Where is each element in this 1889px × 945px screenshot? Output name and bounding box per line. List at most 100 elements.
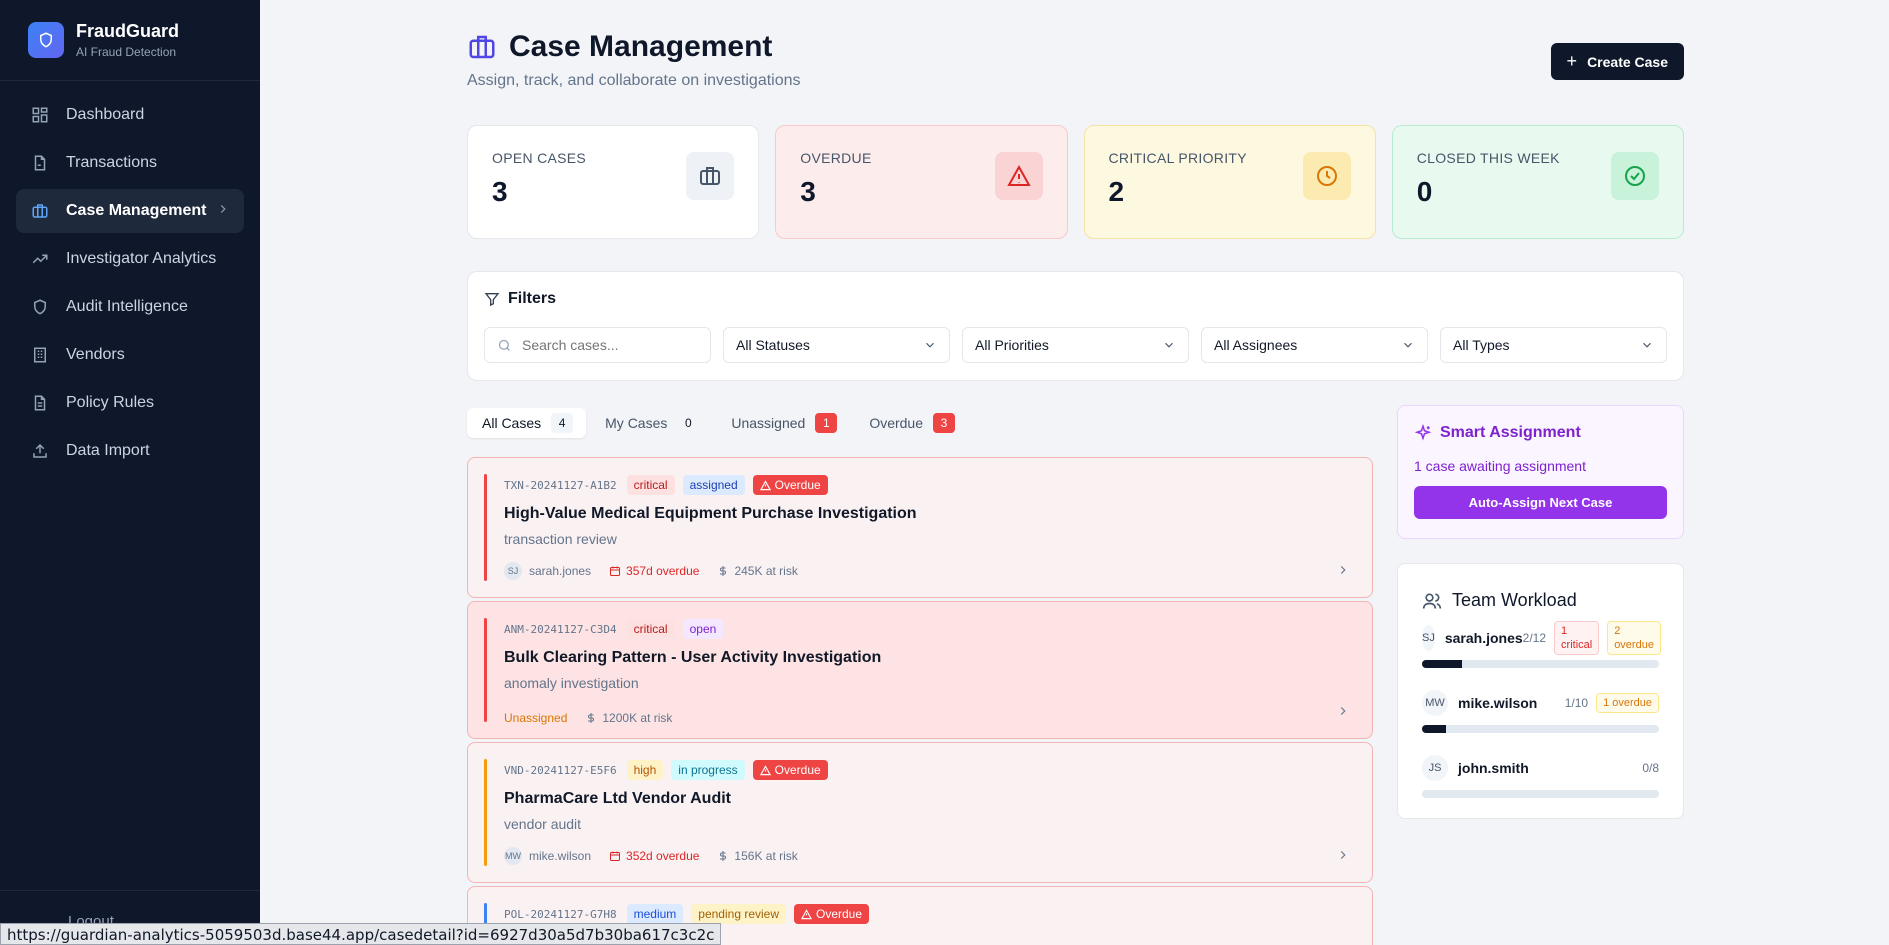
tab-unassigned[interactable]: Unassigned 1 bbox=[716, 408, 850, 438]
overdue-info: 352d overdue bbox=[609, 849, 699, 863]
sidebar-item-policy-rules[interactable]: Policy Rules bbox=[16, 381, 244, 425]
overdue-text: 352d overdue bbox=[626, 849, 700, 863]
sparkles-icon bbox=[1414, 424, 1432, 441]
brand[interactable]: FraudGuard AI Fraud Detection bbox=[0, 0, 260, 81]
filters-panel: Filters All Statuses All Priorities All … bbox=[467, 271, 1684, 381]
create-case-button[interactable]: + Create Case bbox=[1550, 43, 1684, 80]
case-header: ANM-20241127-C3D4 critical open bbox=[504, 618, 1354, 640]
alert-triangle-icon bbox=[759, 479, 771, 490]
stat-open-cases[interactable]: OPEN CASES 3 bbox=[467, 125, 760, 239]
shield-logo-icon bbox=[28, 22, 64, 58]
case-id: ANM-20241127-C3D4 bbox=[504, 622, 617, 636]
chevron-right-icon[interactable] bbox=[1336, 848, 1350, 862]
tab-label: Overdue bbox=[869, 415, 924, 431]
case-card[interactable]: VND-20241127-E5F6 high in progress Overd… bbox=[467, 742, 1373, 883]
sidebar-item-audit-intelligence[interactable]: Audit Intelligence bbox=[16, 285, 244, 329]
tab-all-cases[interactable]: All Cases 4 bbox=[467, 408, 587, 438]
brand-subtitle: AI Fraud Detection bbox=[76, 45, 177, 59]
priority-badge: medium bbox=[626, 904, 684, 924]
risk-info: 245K at risk bbox=[717, 564, 798, 578]
main-area: Case Management Assign, track, and colla… bbox=[260, 0, 1889, 945]
search-box[interactable] bbox=[484, 327, 711, 363]
tab-my-cases[interactable]: My Cases 0 bbox=[590, 408, 712, 438]
team-workload-card: Team Workload SJ sarah.jones 2/12 1 crit… bbox=[1397, 563, 1684, 819]
select-value: All Priorities bbox=[975, 337, 1049, 353]
priority-select[interactable]: All Priorities bbox=[962, 327, 1189, 363]
workload-row[interactable]: JS john.smith 0/8 bbox=[1422, 755, 1659, 798]
check-circle-icon bbox=[1611, 152, 1659, 200]
case-tabs: All Cases 4 My Cases 0 Unassigned 1 Over… bbox=[467, 408, 972, 438]
dollar-icon bbox=[720, 851, 727, 861]
sidebar-nav: Dashboard Transactions Case Management I… bbox=[0, 81, 260, 489]
sidebar-item-transactions[interactable]: Transactions bbox=[16, 141, 244, 185]
workload-row-head: MW mike.wilson 1/10 1 overdue bbox=[1422, 690, 1659, 716]
stat-critical-priority[interactable]: CRITICAL PRIORITY 2 bbox=[1083, 125, 1376, 239]
case-meta: MW mike.wilson 352d overdue 156K at risk bbox=[504, 847, 1354, 865]
case-card[interactable]: TXN-20241127-A1B2 critical assigned Over… bbox=[467, 457, 1373, 598]
calendar-icon bbox=[610, 851, 621, 861]
chevron-right-icon bbox=[216, 202, 230, 221]
sidebar-item-dashboard[interactable]: Dashboard bbox=[16, 93, 244, 137]
overdue-text: 357d overdue bbox=[626, 564, 700, 578]
sidebar-item-label: Audit Intelligence bbox=[66, 298, 188, 315]
workload-row-head: SJ sarah.jones 2/12 1 critical 2 overdue bbox=[1422, 621, 1661, 655]
search-input[interactable] bbox=[522, 337, 692, 353]
status-badge: in progress bbox=[671, 760, 745, 780]
risk-text: 1200K at risk bbox=[602, 711, 673, 725]
building-icon bbox=[30, 345, 50, 365]
tab-count: 0 bbox=[685, 416, 692, 430]
sidebar-item-label: Data Import bbox=[66, 442, 150, 459]
sidebar-item-case-management[interactable]: Case Management bbox=[16, 189, 244, 233]
dashboard-icon bbox=[30, 105, 50, 125]
select-value: All Types bbox=[1453, 337, 1510, 353]
priority-stripe bbox=[484, 759, 487, 866]
status-badge: pending review bbox=[691, 904, 786, 924]
smart-assignment-subtitle: 1 case awaiting assignment bbox=[1414, 458, 1586, 474]
alert-triangle-icon bbox=[994, 152, 1043, 200]
brand-name: FraudGuard bbox=[76, 21, 180, 41]
overdue-badge: Overdue bbox=[794, 904, 870, 924]
workload-title-text: Team Workload bbox=[1452, 590, 1577, 610]
sidebar-item-investigator-analytics[interactable]: Investigator Analytics bbox=[16, 237, 244, 281]
page-subtitle: Assign, track, and collaborate on invest… bbox=[467, 72, 801, 89]
chevron-down-icon bbox=[926, 342, 934, 348]
workload-row[interactable]: MW mike.wilson 1/10 1 overdue bbox=[1422, 690, 1659, 733]
workload-fill bbox=[1422, 725, 1446, 733]
smart-assignment-title: Smart Assignment bbox=[1414, 424, 1667, 442]
chevron-right-icon[interactable] bbox=[1336, 704, 1350, 718]
case-type: anomaly investigation bbox=[504, 675, 639, 691]
assignee-name: mike.wilson bbox=[529, 849, 592, 863]
case-id: POL-20241127-G7H8 bbox=[504, 907, 617, 921]
member-name: john.smith bbox=[1458, 760, 1529, 776]
sidebar-item-vendors[interactable]: Vendors bbox=[16, 333, 244, 377]
sidebar: FraudGuard AI Fraud Detection Dashboard … bbox=[0, 0, 260, 945]
priority-stripe bbox=[484, 618, 487, 722]
trending-icon bbox=[30, 249, 50, 269]
workload-fill bbox=[1422, 660, 1463, 668]
case-card[interactable]: ANM-20241127-C3D4 critical open Bulk Cle… bbox=[467, 601, 1373, 739]
overdue-badge: 1 overdue bbox=[1596, 693, 1659, 713]
auto-assign-button[interactable]: Auto-Assign Next Case bbox=[1414, 486, 1667, 519]
status-select[interactable]: All Statuses bbox=[723, 327, 950, 363]
content: Case Management Assign, track, and colla… bbox=[467, 0, 1684, 945]
member-count: 1/10 bbox=[1564, 696, 1589, 710]
case-meta: Unassigned 1200K at risk bbox=[504, 711, 1354, 725]
briefcase-icon bbox=[30, 201, 50, 221]
avatar: SJ bbox=[1422, 625, 1435, 651]
member-count: 0/8 bbox=[1642, 761, 1659, 775]
sidebar-item-data-import[interactable]: Data Import bbox=[16, 429, 244, 473]
case-meta: SJ sarah.jones 357d overdue 245K at risk bbox=[504, 562, 1354, 580]
workload-row[interactable]: SJ sarah.jones 2/12 1 critical 2 overdue bbox=[1422, 621, 1661, 668]
document-icon bbox=[30, 393, 50, 413]
stat-closed-this-week[interactable]: CLOSED THIS WEEK 0 bbox=[1391, 125, 1684, 239]
type-select[interactable]: All Types bbox=[1440, 327, 1667, 363]
avatar: MW bbox=[1422, 690, 1448, 716]
chevron-right-icon[interactable] bbox=[1336, 563, 1350, 577]
priority-badge: critical bbox=[626, 619, 675, 639]
workload-bar bbox=[1422, 725, 1659, 733]
assignee-select[interactable]: All Assignees bbox=[1201, 327, 1428, 363]
select-value: All Assignees bbox=[1214, 337, 1298, 353]
stat-overdue[interactable]: OVERDUE 3 bbox=[775, 125, 1068, 239]
tab-overdue[interactable]: Overdue 3 bbox=[854, 408, 968, 438]
member-count: 2/12 bbox=[1522, 631, 1547, 645]
